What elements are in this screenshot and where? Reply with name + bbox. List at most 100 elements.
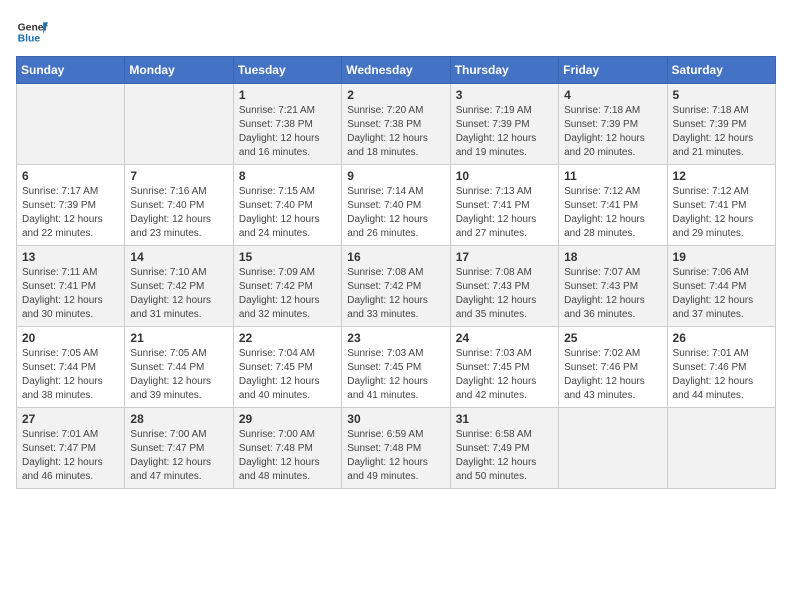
day-info: Sunrise: 7:15 AM Sunset: 7:40 PM Dayligh…: [239, 185, 336, 241]
day-cell: 16Sunrise: 7:08 AM Sunset: 7:42 PM Dayli…: [342, 246, 450, 327]
day-info: Sunrise: 7:12 AM Sunset: 7:41 PM Dayligh…: [564, 185, 661, 241]
day-info: Sunrise: 6:59 AM Sunset: 7:48 PM Dayligh…: [347, 428, 444, 484]
day-info: Sunrise: 7:21 AM Sunset: 7:38 PM Dayligh…: [239, 104, 336, 160]
week-row-5: 27 Sunrise: 7:01 AM Sunset: 7:47 PM Dayli…: [17, 408, 776, 489]
day-info: Sunrise: 7:12 AM Sunset: 7:41 PM Dayligh…: [673, 185, 770, 241]
logo-icon: General Blue: [16, 16, 48, 48]
week-row-2: 6 Sunrise: 7:17 AM Sunset: 7:39 PM Daylig…: [17, 165, 776, 246]
day-number: 18: [564, 250, 661, 264]
day-number: 23: [347, 331, 444, 345]
day-cell: 2 Sunrise: 7:20 AM Sunset: 7:38 PM Daylig…: [342, 84, 450, 165]
day-cell: 10 Sunrise: 7:13 AM Sunset: 7:41 PM Dayli…: [450, 165, 558, 246]
svg-text:Blue: Blue: [18, 34, 41, 45]
day-number: 17: [456, 250, 553, 264]
day-number: 6: [22, 169, 119, 183]
day-number: 21: [130, 331, 227, 345]
day-info: Sunrise: 7:10 AM Sunset: 7:42 PM Dayligh…: [130, 266, 227, 322]
column-header-wednesday: Wednesday: [342, 57, 450, 84]
logo: General Blue: [16, 16, 48, 48]
day-info: Sunrise: 7:08 AM Sunset: 7:42 PM Dayligh…: [347, 266, 444, 322]
day-cell: 9 Sunrise: 7:14 AM Sunset: 7:40 PM Daylig…: [342, 165, 450, 246]
day-info: Sunrise: 7:17 AM Sunset: 7:39 PM Dayligh…: [22, 185, 119, 241]
day-cell: 24 Sunrise: 7:03 AM Sunset: 7:45 PM Dayli…: [450, 327, 558, 408]
week-row-3: 13Sunrise: 7:11 AM Sunset: 7:41 PM Dayli…: [17, 246, 776, 327]
day-info: Sunrise: 7:16 AM Sunset: 7:40 PM Dayligh…: [130, 185, 227, 241]
day-cell: 25 Sunrise: 7:02 AM Sunset: 7:46 PM Dayli…: [559, 327, 667, 408]
day-number: 11: [564, 169, 661, 183]
day-number: 25: [564, 331, 661, 345]
column-header-monday: Monday: [125, 57, 233, 84]
day-info: Sunrise: 6:58 AM Sunset: 7:49 PM Dayligh…: [456, 428, 553, 484]
day-number: 24: [456, 331, 553, 345]
day-cell: 5 Sunrise: 7:18 AM Sunset: 7:39 PM Daylig…: [667, 84, 775, 165]
day-info: Sunrise: 7:07 AM Sunset: 7:43 PM Dayligh…: [564, 266, 661, 322]
day-cell: 6 Sunrise: 7:17 AM Sunset: 7:39 PM Daylig…: [17, 165, 125, 246]
day-number: 29: [239, 412, 336, 426]
day-number: 4: [564, 88, 661, 102]
day-number: 15: [239, 250, 336, 264]
day-cell: 17 Sunrise: 7:08 AM Sunset: 7:43 PM Dayli…: [450, 246, 558, 327]
day-cell: 3Sunrise: 7:19 AM Sunset: 7:39 PM Daylig…: [450, 84, 558, 165]
day-cell: 11 Sunrise: 7:12 AM Sunset: 7:41 PM Dayli…: [559, 165, 667, 246]
day-cell: [125, 84, 233, 165]
day-cell: 20Sunrise: 7:05 AM Sunset: 7:44 PM Dayli…: [17, 327, 125, 408]
day-info: Sunrise: 7:02 AM Sunset: 7:46 PM Dayligh…: [564, 347, 661, 403]
day-cell: 13Sunrise: 7:11 AM Sunset: 7:41 PM Dayli…: [17, 246, 125, 327]
day-info: Sunrise: 7:11 AM Sunset: 7:41 PM Dayligh…: [22, 266, 119, 322]
day-info: Sunrise: 7:06 AM Sunset: 7:44 PM Dayligh…: [673, 266, 770, 322]
day-number: 9: [347, 169, 444, 183]
day-info: Sunrise: 7:14 AM Sunset: 7:40 PM Dayligh…: [347, 185, 444, 241]
column-header-tuesday: Tuesday: [233, 57, 341, 84]
day-info: Sunrise: 7:00 AM Sunset: 7:48 PM Dayligh…: [239, 428, 336, 484]
day-cell: 19Sunrise: 7:06 AM Sunset: 7:44 PM Dayli…: [667, 246, 775, 327]
day-cell: [667, 408, 775, 489]
column-header-friday: Friday: [559, 57, 667, 84]
day-cell: 14 Sunrise: 7:10 AM Sunset: 7:42 PM Dayli…: [125, 246, 233, 327]
day-info: Sunrise: 7:03 AM Sunset: 7:45 PM Dayligh…: [347, 347, 444, 403]
day-cell: 23 Sunrise: 7:03 AM Sunset: 7:45 PM Dayli…: [342, 327, 450, 408]
day-cell: 1 Sunrise: 7:21 AM Sunset: 7:38 PM Daylig…: [233, 84, 341, 165]
page-header: General Blue: [16, 16, 776, 48]
day-number: 1: [239, 88, 336, 102]
day-info: Sunrise: 7:18 AM Sunset: 7:39 PM Dayligh…: [564, 104, 661, 160]
column-header-thursday: Thursday: [450, 57, 558, 84]
day-number: 26: [673, 331, 770, 345]
day-number: 22: [239, 331, 336, 345]
week-row-1: 1 Sunrise: 7:21 AM Sunset: 7:38 PM Daylig…: [17, 84, 776, 165]
day-number: 28: [130, 412, 227, 426]
day-info: Sunrise: 7:20 AM Sunset: 7:38 PM Dayligh…: [347, 104, 444, 160]
calendar-table: SundayMondayTuesdayWednesdayThursdayFrid…: [16, 56, 776, 489]
day-info: Sunrise: 7:01 AM Sunset: 7:47 PM Dayligh…: [22, 428, 119, 484]
day-number: 5: [673, 88, 770, 102]
day-cell: [559, 408, 667, 489]
day-number: 3: [456, 88, 553, 102]
day-info: Sunrise: 7:05 AM Sunset: 7:44 PM Dayligh…: [22, 347, 119, 403]
column-header-sunday: Sunday: [17, 57, 125, 84]
day-number: 7: [130, 169, 227, 183]
day-cell: 8 Sunrise: 7:15 AM Sunset: 7:40 PM Daylig…: [233, 165, 341, 246]
day-number: 8: [239, 169, 336, 183]
day-number: 12: [673, 169, 770, 183]
day-info: Sunrise: 7:01 AM Sunset: 7:46 PM Dayligh…: [673, 347, 770, 403]
day-number: 2: [347, 88, 444, 102]
day-cell: 4 Sunrise: 7:18 AM Sunset: 7:39 PM Daylig…: [559, 84, 667, 165]
day-info: Sunrise: 7:13 AM Sunset: 7:41 PM Dayligh…: [456, 185, 553, 241]
day-info: Sunrise: 7:18 AM Sunset: 7:39 PM Dayligh…: [673, 104, 770, 160]
day-info: Sunrise: 7:05 AM Sunset: 7:44 PM Dayligh…: [130, 347, 227, 403]
day-cell: 30Sunrise: 6:59 AM Sunset: 7:48 PM Dayli…: [342, 408, 450, 489]
day-cell: 12 Sunrise: 7:12 AM Sunset: 7:41 PM Dayli…: [667, 165, 775, 246]
day-number: 27: [22, 412, 119, 426]
day-info: Sunrise: 7:00 AM Sunset: 7:47 PM Dayligh…: [130, 428, 227, 484]
day-number: 14: [130, 250, 227, 264]
day-info: Sunrise: 7:08 AM Sunset: 7:43 PM Dayligh…: [456, 266, 553, 322]
day-cell: 31Sunrise: 6:58 AM Sunset: 7:49 PM Dayli…: [450, 408, 558, 489]
day-cell: 22Sunrise: 7:04 AM Sunset: 7:45 PM Dayli…: [233, 327, 341, 408]
day-cell: 28 Sunrise: 7:00 AM Sunset: 7:47 PM Dayli…: [125, 408, 233, 489]
day-cell: [17, 84, 125, 165]
day-cell: 18 Sunrise: 7:07 AM Sunset: 7:43 PM Dayli…: [559, 246, 667, 327]
day-info: Sunrise: 7:09 AM Sunset: 7:42 PM Dayligh…: [239, 266, 336, 322]
day-cell: 26 Sunrise: 7:01 AM Sunset: 7:46 PM Dayli…: [667, 327, 775, 408]
day-cell: 7 Sunrise: 7:16 AM Sunset: 7:40 PM Daylig…: [125, 165, 233, 246]
day-number: 10: [456, 169, 553, 183]
day-info: Sunrise: 7:03 AM Sunset: 7:45 PM Dayligh…: [456, 347, 553, 403]
